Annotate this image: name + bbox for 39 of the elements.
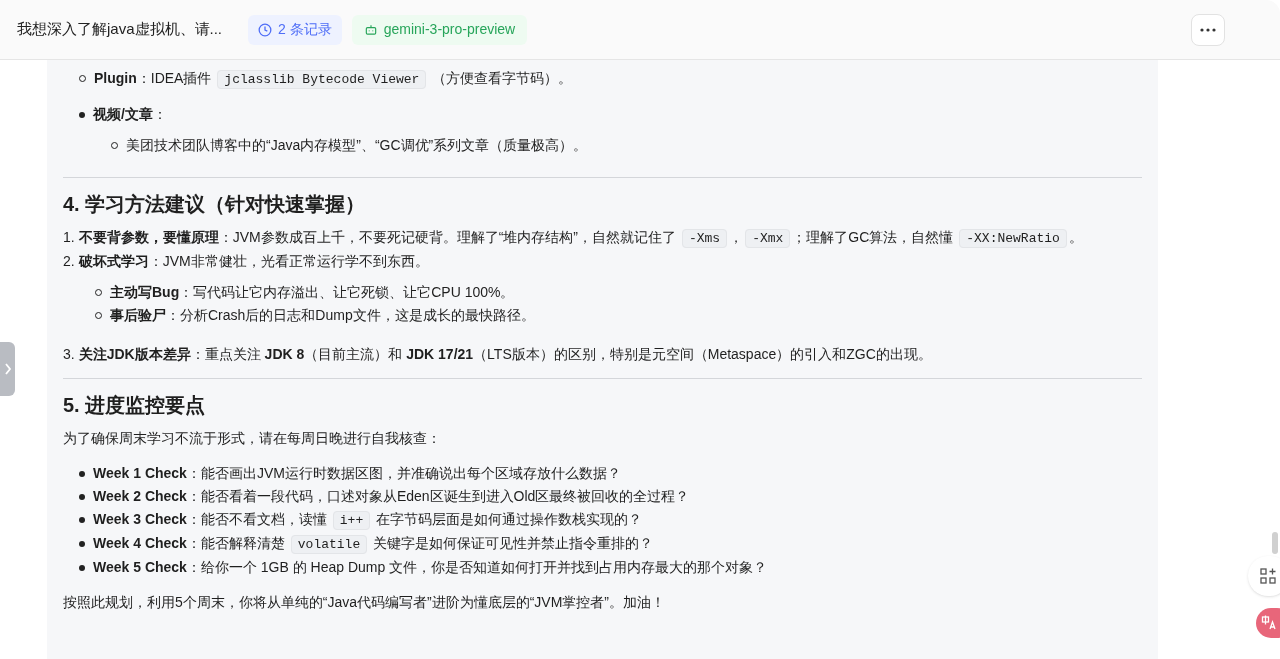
list-number: 3. <box>63 345 75 364</box>
bullet-icon <box>79 112 85 118</box>
list-item-text: Week 3 Check：能否不看文档，读懂 i++ 在字节码层面是如何通过操作数栈实现的？ <box>93 510 643 532</box>
list-number: 1. <box>63 228 75 247</box>
sidebar-toggle[interactable] <box>0 342 15 396</box>
translate-icon <box>1261 615 1277 631</box>
list-item-text: 美团技术团队博客中的“Java内存模型”、“GC调优”系列文章（质量极高）。 <box>126 136 588 155</box>
list-item-text: 破坏式学习：JVM非常健壮，光看正常运行学不到东西。 <box>78 252 429 271</box>
list-item-text: Plugin：IDEA插件 jclasslib Bytecode Viewer （方便查看字节码）。 <box>94 69 573 91</box>
chevron-right-icon <box>3 363 12 375</box>
more-icon <box>1200 27 1216 32</box>
list-item-text: Week 5 Check：给你一个 1GB 的 Heap Dump 文件，你是否知道如何打开并找到占用内存最大的那个对象？ <box>93 558 768 577</box>
list-item-text: 关注JDK版本差异：重点关注 JDK 8（目前主流）和 JDK 17/21（LTS版本）的区别，特别是元空间（Metaspace）的引入和ZGC的出现。 <box>78 345 932 364</box>
bullet-icon <box>79 494 85 500</box>
list-item-text: 视频/文章： <box>93 105 167 124</box>
list-item-text: 主动写Bug：写代码让它内存溢出、让它死锁、让它CPU 100%。 <box>110 283 515 302</box>
apps-button[interactable] <box>1248 556 1280 596</box>
list-item-text: Week 1 Check：能否画出JVM运行时数据区图，并准确说出每个区域存放什么数据？ <box>93 464 621 483</box>
paragraph: 为了确保周末学习不流于形式，请在每周日晚进行自我核查： <box>63 429 442 448</box>
apps-icon <box>1260 568 1276 584</box>
records-badge[interactable]: 2 条记录 <box>248 14 342 45</box>
robot-icon <box>363 22 378 37</box>
clock-icon <box>258 22 273 37</box>
bullet-icon <box>79 517 85 523</box>
paragraph: 按照此规划，利用5个周末，你将从单纯的“Java代码编写者”进阶为懂底层的“JVM掌控者”。加油！ <box>63 593 666 612</box>
list-item-text: Week 2 Check：能否看着一段代码，口述对象从Eden区诞生到进入Old区最终被回收的全过程？ <box>93 487 690 506</box>
list-item-text: 事后验尸：分析Crash后的日志和Dump文件，这是成长的最快路径。 <box>110 306 535 325</box>
list-item-text: Week 4 Check：能否解释清楚 volatile 关键字是如何保证可见性并禁止指令重排的？ <box>93 534 654 556</box>
scrollbar-thumb <box>1272 532 1278 554</box>
more-button[interactable] <box>1191 13 1225 46</box>
list-number: 2. <box>63 252 75 271</box>
model-badge: gemini-3-pro-preview <box>351 14 528 45</box>
list-item-text: 不要背参数，要懂原理：JVM参数成百上千，不要死记硬背。理解了“堆内存结构”，自然就记住了 -Xms ， -Xmx ；理解了GC算法，自然懂 -XX:NewRatio 。 <box>78 228 1083 250</box>
section-heading: 5. 进度监控要点 <box>63 393 207 418</box>
bullet-icon <box>79 471 85 477</box>
section-heading: 4. 学习方法建议（针对快速掌握） <box>63 192 367 217</box>
bullet-icon <box>79 565 85 571</box>
bullet-icon <box>79 541 85 547</box>
chat-title: 我想深入了解java虚拟机、请... <box>17 19 223 40</box>
